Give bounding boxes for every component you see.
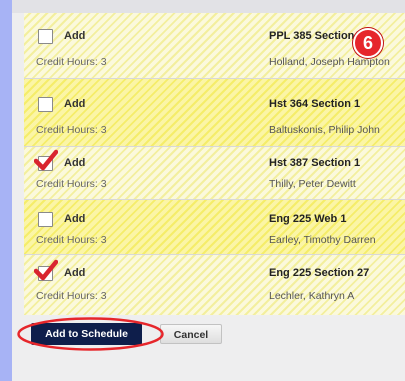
credit-hours: Credit Hours: 3 (36, 290, 107, 302)
highlight-ellipse-annotation (17, 317, 164, 351)
add-label: Add (64, 213, 86, 225)
instructor-name: Earley, Timothy Darren (269, 234, 376, 246)
course-row: Add Credit Hours: 3 Eng 225 Section 27 L… (24, 255, 405, 315)
instructor-name: Baltuskonis, Philip John (269, 124, 380, 136)
course-row: Add Credit Hours: 3 Eng 225 Web 1 Earley… (24, 200, 405, 255)
course-title: Hst 387 Section 1 (269, 157, 361, 169)
add-label: Add (64, 30, 86, 42)
add-checkbox[interactable] (38, 212, 53, 227)
instructor-name: Thilly, Peter Dewitt (269, 178, 356, 190)
course-title: Eng 225 Web 1 (269, 213, 347, 225)
step-number-badge: 6 (353, 28, 383, 58)
course-row: Add Credit Hours: 3 PPL 385 Section Holl… (24, 13, 405, 79)
course-title: Hst 364 Section 1 (269, 98, 361, 110)
credit-hours: Credit Hours: 3 (36, 124, 107, 136)
add-checkbox[interactable] (38, 29, 53, 44)
course-title: Eng 225 Section 27 (269, 267, 370, 279)
course-row: Add Credit Hours: 3 Hst 387 Section 1 Th… (24, 147, 405, 200)
cancel-button[interactable]: Cancel (160, 324, 222, 344)
course-list: Add Credit Hours: 3 PPL 385 Section Holl… (24, 13, 405, 315)
add-checkbox[interactable] (38, 97, 53, 112)
checkmark-icon (34, 149, 58, 171)
course-row: Add Credit Hours: 3 Hst 364 Section 1 Ba… (24, 79, 405, 147)
panel-header-strip (12, 0, 405, 13)
instructor-name: Holland, Joseph Hampton (269, 56, 390, 68)
credit-hours: Credit Hours: 3 (36, 178, 107, 190)
checkmark-icon (34, 259, 58, 281)
credit-hours: Credit Hours: 3 (36, 234, 107, 246)
course-title: PPL 385 Section (269, 30, 355, 42)
add-label: Add (64, 267, 86, 279)
add-label: Add (64, 98, 86, 110)
instructor-name: Lechler, Kathryn A (269, 290, 355, 302)
add-label: Add (64, 157, 86, 169)
credit-hours: Credit Hours: 3 (36, 56, 107, 68)
